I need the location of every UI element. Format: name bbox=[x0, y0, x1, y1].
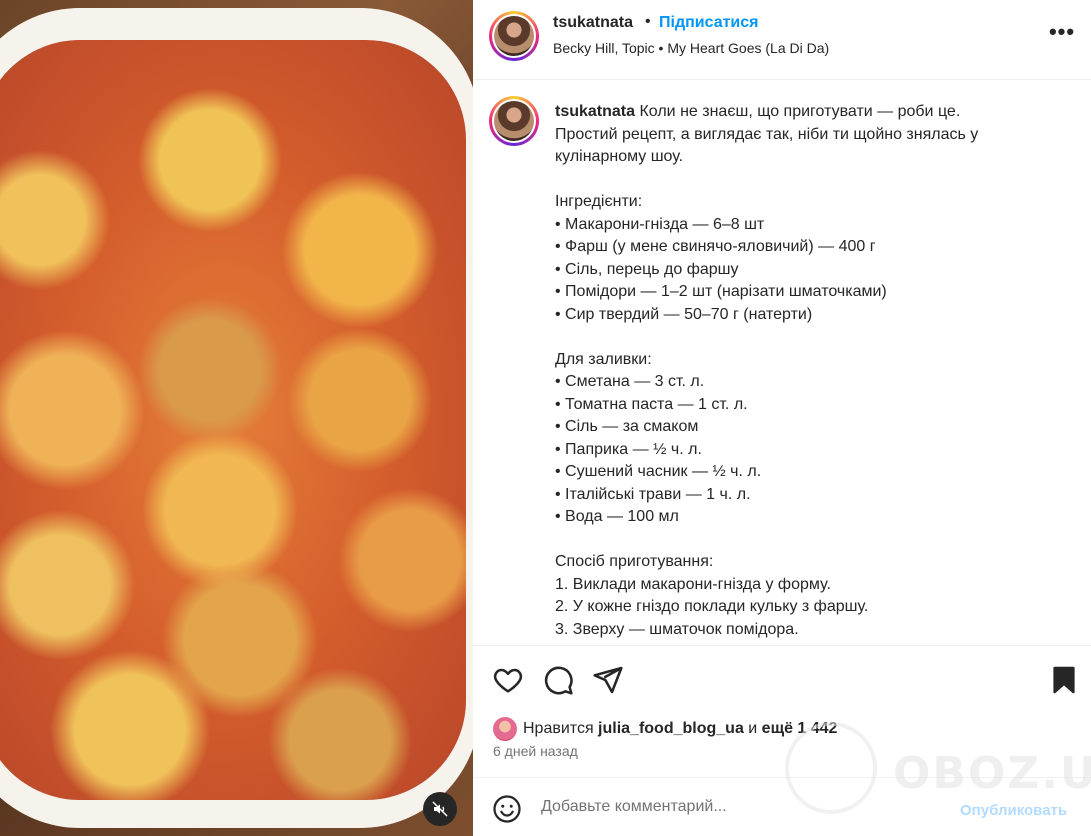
caption-line: • Паприка — ½ ч. л. bbox=[555, 440, 702, 458]
liker-username[interactable]: julia_food_blog_ua bbox=[598, 720, 744, 738]
caption-area: tsukatnata Коли не знаєш, що приготувати… bbox=[473, 81, 1091, 644]
caption-line bbox=[555, 326, 1055, 349]
speaker-muted-icon bbox=[432, 801, 448, 817]
comment-icon[interactable] bbox=[542, 664, 574, 696]
comment-input[interactable] bbox=[541, 798, 941, 816]
post-header: tsukatnata • Підписатися Becky Hill, Top… bbox=[473, 0, 1091, 80]
caption-line: • Сушений часник — ½ ч. л. bbox=[555, 463, 762, 480]
post-media[interactable] bbox=[0, 0, 473, 836]
caption-line: кулінарному шоу. bbox=[555, 148, 684, 165]
post-panel: tsukatnata • Підписатися Becky Hill, Top… bbox=[473, 0, 1091, 836]
avatar-image bbox=[494, 101, 534, 141]
caption-line: 3. Зверху — шматочок помідора. bbox=[555, 620, 799, 638]
caption-line: Інгредієнти: bbox=[555, 193, 643, 210]
caption-line: • Італійські трави — 1 ч. л. bbox=[555, 485, 751, 503]
caption-line: Простий рецепт, а виглядає так, ніби ти … bbox=[555, 125, 979, 143]
post-actions: Нравится julia_food_blog_ua и ещё 1 442 … bbox=[473, 645, 1091, 777]
separator-dot: • bbox=[645, 13, 651, 30]
caption-line: • Сметана — 3 ст. л. bbox=[555, 373, 705, 390]
liker-avatar[interactable] bbox=[493, 717, 517, 741]
likes-count[interactable]: ещё 1 442 bbox=[762, 720, 838, 738]
avatar-image bbox=[494, 16, 534, 56]
caption-username[interactable]: tsukatnata bbox=[555, 103, 635, 120]
caption-line: 2. У кожне гніздо поклади кульку з фаршу… bbox=[555, 598, 869, 615]
mute-button[interactable] bbox=[423, 792, 457, 826]
caption-line: • Фарш (у мене свинячо-яловичий) — 400 г bbox=[555, 238, 876, 255]
caption-line: 1. Виклади макарони-гнізда у форму. bbox=[555, 575, 831, 593]
caption-line: Спосіб приготування: bbox=[555, 553, 714, 570]
more-options-icon[interactable]: ••• bbox=[1047, 21, 1077, 52]
audio-track-link[interactable]: Becky Hill, Topic • My Heart Goes (La Di… bbox=[553, 40, 829, 56]
post-timestamp[interactable]: 6 дней назад bbox=[493, 743, 578, 759]
caption-line: • Сіль, перець до фаршу bbox=[555, 260, 739, 278]
header-username[interactable]: tsukatnata bbox=[553, 14, 633, 32]
caption-line: • Помідори — 1–2 шт (нарізати шматочками… bbox=[555, 283, 887, 300]
share-icon[interactable] bbox=[592, 664, 624, 696]
caption-line: • Макарони-гнізда — 6–8 шт bbox=[555, 215, 765, 233]
caption-line: tsukatnata Коли не знаєш, що приготувати… bbox=[555, 103, 961, 120]
caption-avatar[interactable] bbox=[489, 96, 539, 146]
caption-line: Для заливки: bbox=[555, 350, 652, 368]
caption-line bbox=[555, 529, 1055, 552]
caption-line bbox=[555, 169, 1055, 192]
follow-button[interactable]: Підписатися bbox=[659, 14, 759, 32]
caption-line: • Сіль — за смаком bbox=[555, 418, 699, 435]
avatar[interactable] bbox=[489, 11, 539, 61]
food-photo bbox=[0, 40, 466, 800]
emoji-icon[interactable] bbox=[492, 794, 522, 824]
likes-summary: Нравится julia_food_blog_ua и ещё 1 442 bbox=[493, 716, 837, 742]
caption-line: • Вода — 100 мл bbox=[555, 508, 679, 525]
caption-line: • Томатна паста — 1 ст. л. bbox=[555, 395, 748, 413]
bookmark-icon[interactable] bbox=[1048, 664, 1080, 696]
comment-bar: Опубликовать bbox=[473, 777, 1091, 836]
heart-icon[interactable] bbox=[492, 664, 524, 696]
publish-button[interactable]: Опубликовать bbox=[960, 802, 1067, 819]
caption-text: tsukatnata Коли не знаєш, що приготувати… bbox=[555, 101, 1055, 641]
caption-line: • Сир твердий — 50–70 г (натерти) bbox=[555, 305, 813, 323]
